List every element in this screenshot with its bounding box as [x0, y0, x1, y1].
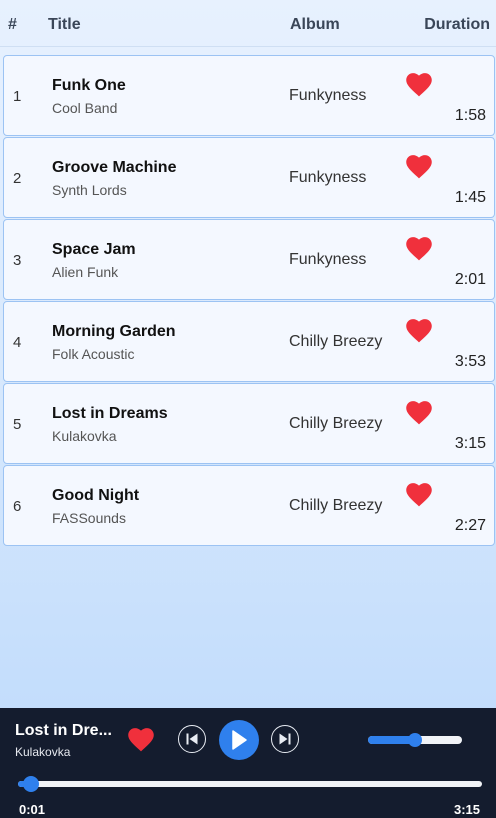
heart-icon[interactable]: [128, 728, 154, 752]
previous-track-button[interactable]: [178, 725, 206, 753]
heart-icon[interactable]: [406, 73, 432, 97]
track-album: Funkyness: [289, 251, 367, 268]
track-row[interactable]: 1 Funk One Cool Band Funkyness 1:58: [3, 55, 495, 136]
column-title-header[interactable]: Title: [48, 16, 81, 34]
track-artist: Synth Lords: [52, 182, 127, 198]
track-artist: Cool Band: [52, 100, 118, 116]
track-artist: Alien Funk: [52, 264, 119, 280]
next-track-button[interactable]: [271, 725, 299, 753]
volume-slider[interactable]: [368, 733, 462, 747]
track-row[interactable]: 2 Groove Machine Synth Lords Funkyness 1…: [3, 137, 495, 218]
track-album: Funkyness: [289, 169, 367, 186]
track-number: 2: [13, 170, 22, 187]
column-number-header: #: [8, 16, 17, 33]
current-time: 0:01: [19, 802, 46, 817]
track-duration: 3:15: [454, 435, 486, 452]
track-row[interactable]: 6 Good Night FASSounds Chilly Breezy 2:2…: [3, 465, 495, 546]
heart-icon[interactable]: [406, 237, 432, 261]
skip-next-icon: [279, 733, 291, 745]
heart-icon[interactable]: [406, 401, 432, 425]
track-title: Funk One: [52, 77, 126, 94]
column-album-header[interactable]: Album: [290, 16, 340, 34]
track-list: 1 Funk One Cool Band Funkyness 1:58 2 Gr…: [3, 55, 495, 547]
track-number: 5: [13, 416, 22, 433]
track-row[interactable]: 3 Space Jam Alien Funk Funkyness 2:01: [3, 219, 495, 300]
track-album: Chilly Breezy: [289, 333, 383, 350]
track-title: Space Jam: [52, 241, 136, 258]
track-album: Chilly Breezy: [289, 415, 383, 432]
track-number: 3: [13, 252, 22, 269]
track-album: Chilly Breezy: [289, 497, 383, 514]
play-icon: [232, 730, 247, 750]
track-title: Lost in Dreams: [52, 405, 168, 422]
track-title: Good Night: [52, 487, 140, 504]
track-duration: 1:45: [454, 189, 486, 206]
track-title: Groove Machine: [52, 159, 177, 176]
track-number: 6: [13, 498, 22, 515]
now-playing-title: Lost in Dre...: [15, 722, 112, 739]
progress-slider[interactable]: [18, 776, 482, 792]
track-album: Funkyness: [289, 87, 367, 104]
player-bar: Lost in Dre... Kulakovka 0:01 3:15: [0, 708, 496, 818]
track-artist: FASSounds: [52, 510, 126, 526]
now-playing-artist: Kulakovka: [15, 745, 71, 759]
track-duration: 2:27: [454, 517, 486, 534]
heart-icon[interactable]: [406, 319, 432, 343]
track-duration: 3:53: [454, 353, 486, 370]
track-duration: 1:58: [454, 107, 486, 124]
skip-previous-icon: [186, 733, 198, 745]
heart-icon[interactable]: [406, 155, 432, 179]
progress-handle[interactable]: [23, 776, 40, 792]
track-number: 1: [13, 88, 22, 105]
heart-icon[interactable]: [406, 483, 432, 507]
total-time: 3:15: [453, 802, 480, 817]
column-duration-header[interactable]: Duration: [424, 16, 490, 34]
track-row[interactable]: 5 Lost in Dreams Kulakovka Chilly Breezy…: [3, 383, 495, 464]
track-artist: Folk Acoustic: [52, 346, 135, 362]
track-artist: Kulakovka: [52, 428, 117, 444]
track-row[interactable]: 4 Morning Garden Folk Acoustic Chilly Br…: [3, 301, 495, 382]
track-title: Morning Garden: [52, 323, 176, 340]
tracklist-header: # Title Album Duration: [0, 0, 496, 47]
volume-handle[interactable]: [408, 733, 422, 747]
track-duration: 2:01: [454, 271, 486, 288]
track-number: 4: [13, 334, 22, 351]
play-button[interactable]: [219, 720, 259, 760]
